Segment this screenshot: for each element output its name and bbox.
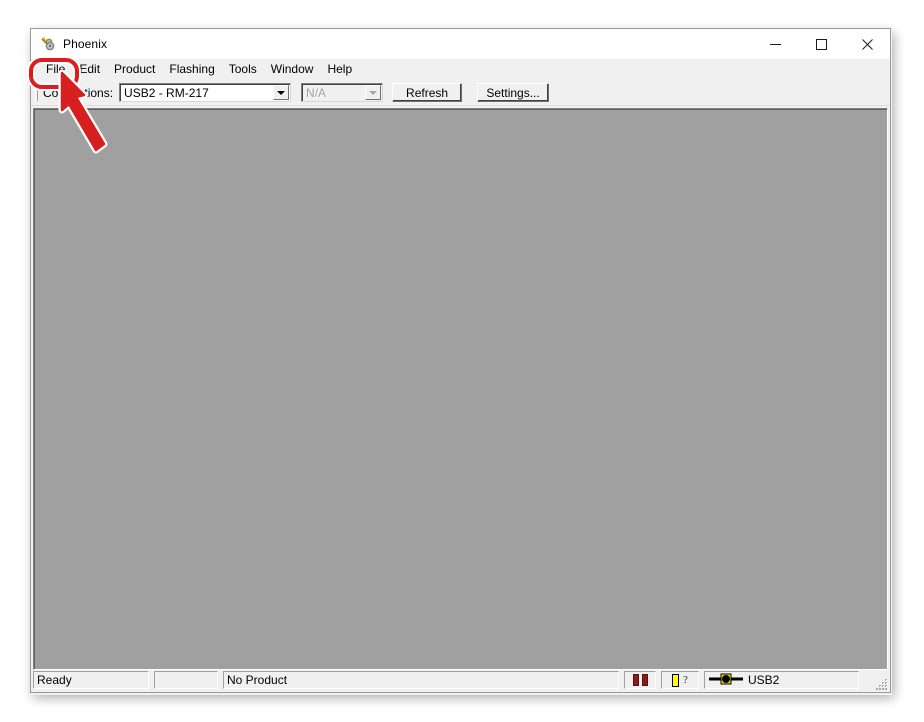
title-bar: Phoenix: [31, 29, 890, 59]
phoenix-app-icon: [40, 36, 56, 52]
menu-flashing[interactable]: Flashing: [162, 60, 221, 79]
connection-select[interactable]: USB2 - RM-217: [119, 83, 292, 102]
connections-label: Connections:: [43, 85, 114, 100]
menu-product[interactable]: Product: [107, 60, 162, 79]
refresh-button[interactable]: Refresh: [392, 83, 463, 102]
close-button[interactable]: [844, 29, 890, 59]
minimize-button[interactable]: [752, 29, 798, 59]
maximize-icon: [815, 38, 827, 50]
menu-help[interactable]: Help: [320, 60, 359, 79]
settings-button[interactable]: Settings...: [477, 83, 550, 102]
status-progress-panel: [624, 671, 656, 689]
usb-connection-label: USB2: [748, 673, 780, 687]
close-icon: [861, 38, 873, 50]
maximize-button[interactable]: [798, 29, 844, 59]
secondary-select[interactable]: N/A: [301, 83, 384, 102]
chevron-down-icon[interactable]: [273, 85, 290, 100]
status-connection-panel: USB2: [704, 671, 859, 689]
mdi-client-area: [33, 108, 888, 670]
window-title: Phoenix: [63, 37, 108, 51]
caption-button-group: [752, 29, 890, 59]
menu-edit[interactable]: Edit: [72, 60, 107, 79]
yellow-bar-icon: [672, 673, 680, 687]
chevron-down-icon-secondary[interactable]: [365, 85, 382, 100]
menu-file[interactable]: File: [39, 60, 72, 79]
secondary-select-value: N/A: [306, 85, 327, 100]
menu-bar: File Edit Product Flashing Tools Window …: [31, 59, 890, 80]
connection-select-value: USB2 - RM-217: [124, 85, 209, 100]
question-mark-icon: ?: [683, 673, 688, 686]
menu-window[interactable]: Window: [264, 60, 321, 79]
status-bar: Ready No Product ? USB2: [31, 670, 890, 692]
connections-toolbar: Connections: USB2 - RM-217 N/A Refresh S…: [31, 80, 890, 106]
minimize-icon: [769, 43, 781, 45]
phoenix-main-window: Phoenix File Edit Product Flashing Tools…: [30, 28, 891, 693]
menu-tools[interactable]: Tools: [222, 60, 264, 79]
status-product-panel: No Product: [223, 671, 619, 689]
screenshot-root: Phoenix File Edit Product Flashing Tools…: [0, 0, 924, 722]
toolbar-grip[interactable]: [35, 84, 38, 101]
usb-cable-icon: [709, 673, 743, 688]
red-bars-icon: [632, 674, 648, 686]
status-empty-panel: [154, 671, 218, 689]
resize-grip-icon[interactable]: [874, 677, 888, 691]
status-message-panel: Ready: [33, 671, 149, 689]
status-unknown-panel: ?: [661, 671, 699, 689]
